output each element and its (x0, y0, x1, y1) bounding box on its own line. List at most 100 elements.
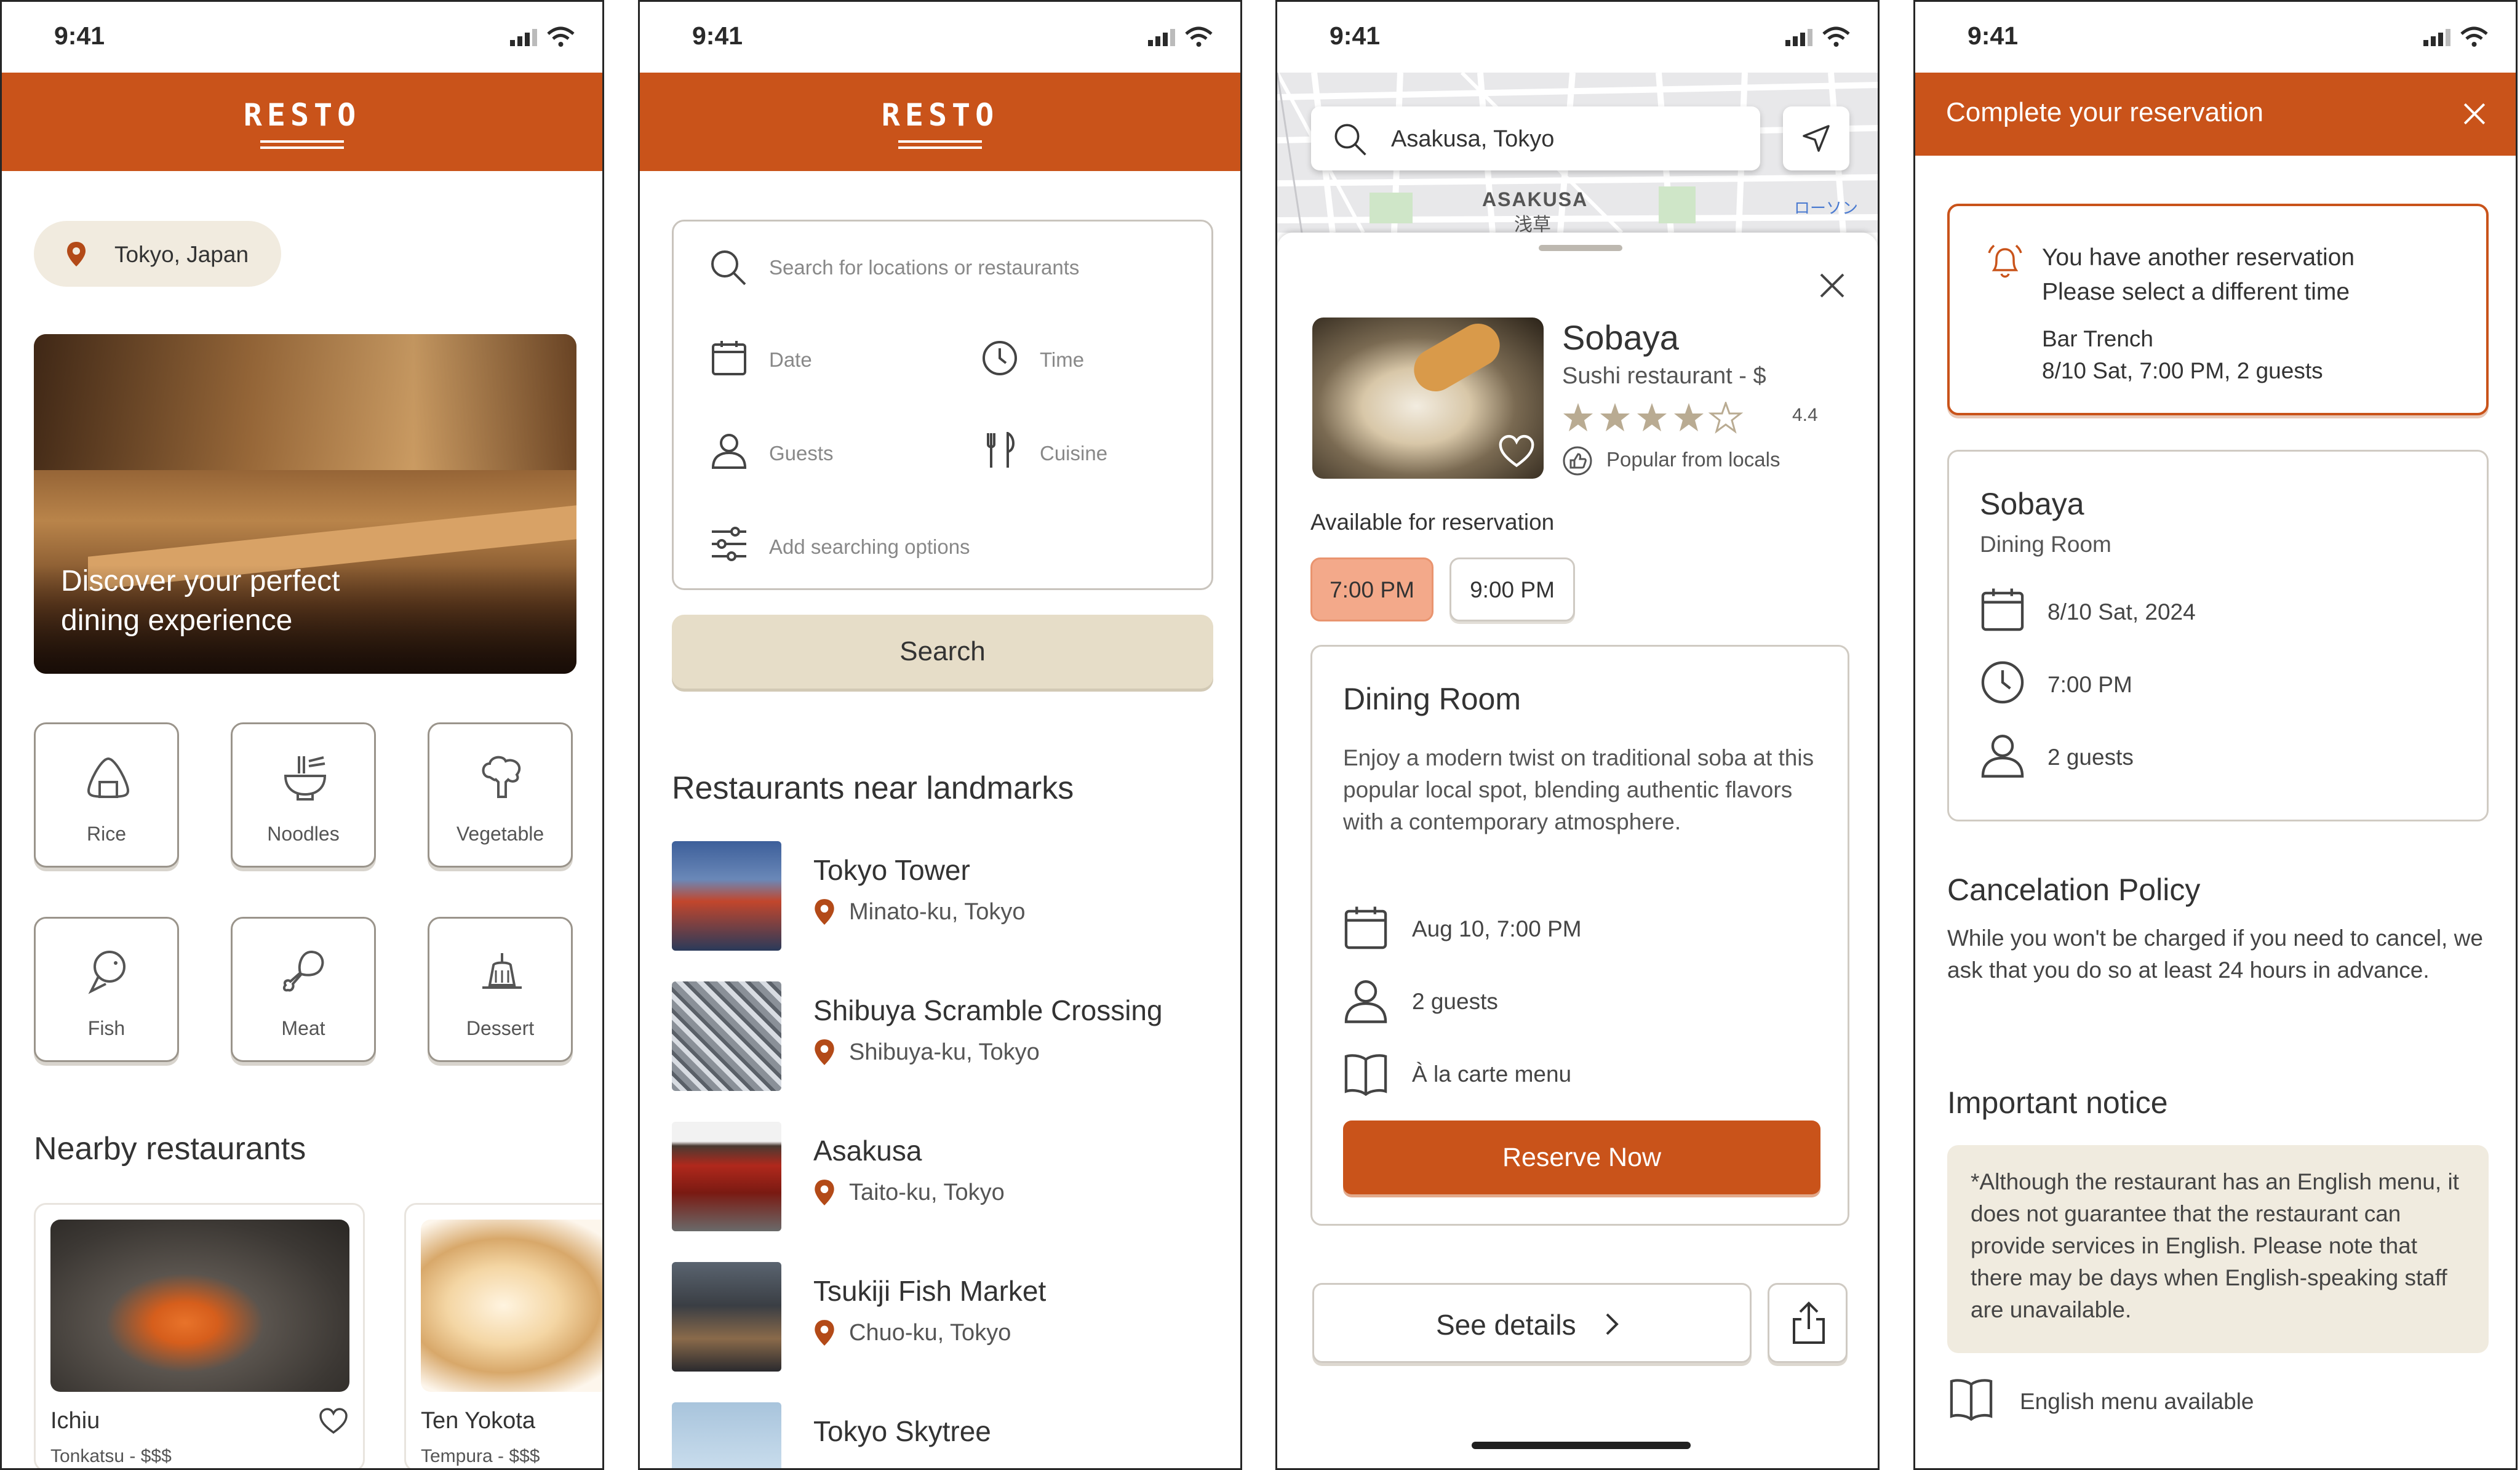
map-search-text: Asakusa, Tokyo (1391, 126, 1555, 152)
signal-icon (2423, 29, 2450, 46)
alert-when: 8/10 Sat, 7:00 PM, 2 guests (2042, 358, 2323, 383)
pudding-icon (482, 953, 522, 989)
restaurant-card[interactable]: Ten Yokota Tempura - $$$ (404, 1203, 602, 1468)
alert-conflict-details: Bar Trench 8/10 Sat, 7:00 PM, 2 guests (2042, 323, 2323, 387)
detail-datetime: Aug 10, 7:00 PM (1412, 916, 1582, 941)
category-rice[interactable]: Rice (34, 722, 179, 868)
landmark-item[interactable]: Tokyo Skytree (672, 1402, 1213, 1468)
landmark-photo (672, 981, 781, 1091)
popular-badge: Popular from locals (1606, 448, 1780, 471)
drumstick-icon (282, 950, 324, 992)
detail-menu: À la carte menu (1412, 1061, 1572, 1087)
landmark-item[interactable]: Tokyo Tower Minato-ku, Tokyo (672, 841, 1213, 952)
reservation-summary: Sobaya Dining Room 8/10 Sat, 2024 7:00 P… (1947, 450, 2489, 821)
landmark-area: Chuo-ku, Tokyo (849, 1320, 1011, 1346)
landmark-photo (672, 1262, 781, 1372)
close-icon[interactable] (2462, 101, 2487, 127)
heart-icon[interactable] (319, 1408, 348, 1435)
category-noodles[interactable]: Noodles (231, 722, 376, 868)
detail-row-datetime: Aug 10, 7:00 PM (1343, 905, 1582, 954)
my-location-button[interactable] (1783, 106, 1849, 170)
signal-icon (1785, 29, 1812, 46)
time-slot[interactable]: 9:00 PM (1449, 557, 1575, 621)
cuisine-field[interactable]: Cuisine (1040, 442, 1107, 465)
calendar-icon (1344, 906, 1387, 949)
search-input[interactable]: Search for locations or restaurants (769, 256, 1079, 279)
noodle-bowl-icon (284, 756, 327, 801)
alert-message: You have another reservation Please sele… (2042, 241, 2355, 310)
cancel-policy-title: Cancelation Policy (1947, 873, 2201, 907)
time-slot-selected[interactable]: 7:00 PM (1310, 557, 1433, 621)
restaurant-subtitle: Tempura - $$$ (421, 1446, 540, 1466)
person-icon (1344, 980, 1387, 1023)
category-fish[interactable]: Fish (34, 917, 179, 1062)
heart-icon[interactable] (1498, 434, 1535, 469)
map-search-bar[interactable]: Asakusa, Tokyo (1311, 106, 1760, 170)
detail-guests: 2 guests (1412, 989, 1498, 1014)
wifi-icon (547, 26, 575, 47)
location-label: Tokyo, Japan (114, 242, 249, 267)
calendar-icon (1981, 588, 2024, 631)
restaurant-card[interactable]: Ichiu Tonkatsu - $$$ (34, 1203, 365, 1468)
alert-line: Please select a different time (2042, 279, 2350, 305)
category-dessert[interactable]: Dessert (428, 917, 573, 1062)
category-vegetable[interactable]: Vegetable (428, 722, 573, 868)
sheet-handle[interactable] (1539, 245, 1622, 251)
hero-banner[interactable]: Discover your perfect dining experience (34, 334, 576, 674)
clock-icon (983, 341, 1017, 375)
share-button[interactable] (1768, 1283, 1848, 1363)
logo-underline (898, 146, 982, 149)
broccoli-icon (482, 756, 521, 798)
chevron-right-icon (1606, 1313, 1619, 1335)
location-selector[interactable]: Tokyo, Japan (34, 221, 281, 287)
landmark-item[interactable]: Tsukiji Fish Market Chuo-ku, Tokyo (672, 1262, 1213, 1373)
detail-row-guests: 2 guests (1343, 978, 1498, 1027)
time-field[interactable]: Time (1040, 348, 1084, 372)
add-options-link[interactable]: Add searching options (769, 535, 970, 559)
date-field[interactable]: Date (769, 348, 812, 372)
status-bar: 9:41 (1277, 2, 1878, 73)
restaurant-name: Ichiu (50, 1408, 100, 1434)
map-view[interactable]: ASAKUSA 浅草 ローソン Asakusa, Tokyo (1277, 73, 1878, 233)
landmark-name: Tsukiji Fish Market (813, 1275, 1047, 1307)
restaurant-photo (1312, 318, 1544, 479)
notice-text: *Although the restaurant has an English … (1971, 1169, 2459, 1322)
room-description: Enjoy a modern twist on traditional soba… (1343, 745, 1814, 834)
category-label: Rice (86, 823, 126, 845)
landmark-item[interactable]: Asakusa Taito-ku, Tokyo (672, 1122, 1213, 1232)
home-screen: 9:41 RESTO Tokyo, Japan Discover your pe… (0, 0, 604, 1470)
dining-room-card: Dining Room Enjoy a modern twist on trad… (1310, 645, 1849, 1226)
summary-room: Dining Room (1980, 532, 2111, 557)
restaurant-photo (50, 1220, 349, 1392)
reservation-screen: 9:41 Complete your reservation You have … (1913, 0, 2518, 1470)
share-icon (1793, 1301, 1825, 1344)
landmark-item[interactable]: Shibuya Scramble Crossing Shibuya-ku, To… (672, 981, 1213, 1092)
location-pin-icon (815, 1180, 834, 1205)
category-label: Vegetable (456, 823, 544, 845)
notice-title: Important notice (1947, 1085, 2168, 1120)
book-icon (1950, 1379, 1993, 1421)
onigiri-icon (87, 757, 130, 799)
see-details-button[interactable]: See details (1312, 1283, 1752, 1363)
person-icon (711, 434, 747, 469)
fish-icon (88, 951, 126, 994)
category-meat[interactable]: Meat (231, 917, 376, 1062)
wifi-icon (1822, 26, 1850, 47)
search-screen: 9:41 RESTO Search for locations or resta… (638, 0, 1242, 1470)
logo-underline (260, 146, 344, 149)
home-indicator[interactable] (1472, 1442, 1691, 1449)
landmark-area: Taito-ku, Tokyo (849, 1180, 1005, 1205)
cutlery-icon (987, 432, 1015, 468)
modal-header: Complete your reservation (1915, 73, 2516, 156)
wifi-icon (2460, 26, 2488, 47)
reserve-now-button[interactable]: Reserve Now (1343, 1120, 1820, 1194)
restaurant-photo (421, 1220, 602, 1392)
search-icon (711, 250, 746, 286)
close-icon[interactable] (1817, 271, 1847, 300)
see-details-label: See details (1436, 1309, 1576, 1341)
rating-stars (1563, 402, 1744, 434)
guests-field[interactable]: Guests (769, 442, 834, 465)
search-button[interactable]: Search (672, 615, 1213, 689)
summary-time-row: 7:00 PM (1980, 660, 2132, 709)
category-label: Fish (87, 1017, 126, 1039)
